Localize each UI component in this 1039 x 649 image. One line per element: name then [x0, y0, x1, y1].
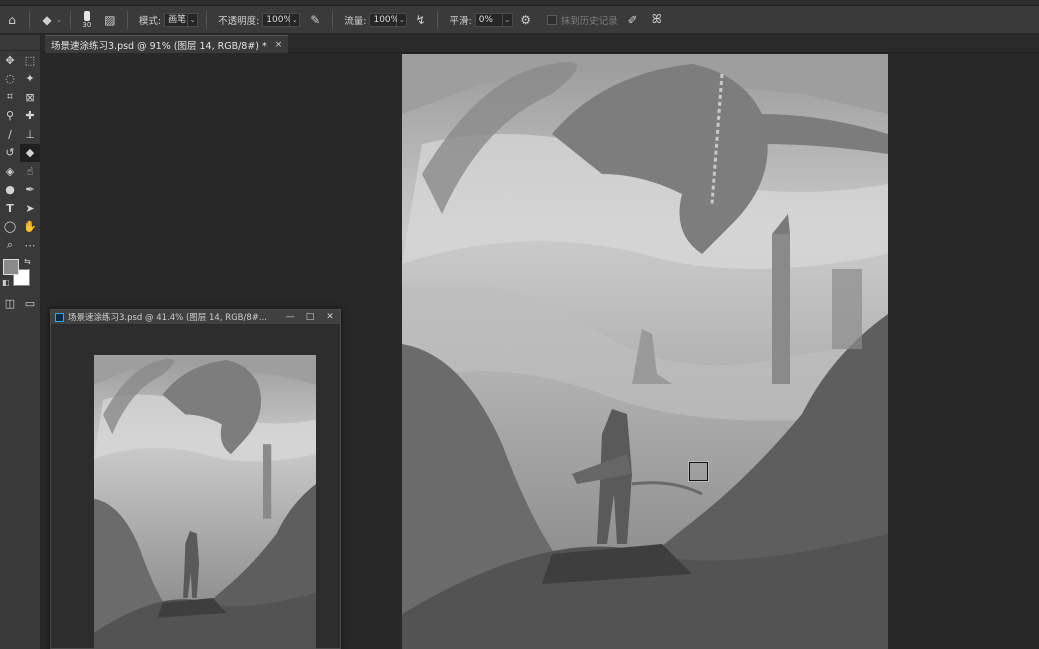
- symmetry-button[interactable]: ꕤ: [645, 6, 669, 34]
- main-canvas-painting[interactable]: [402, 54, 888, 649]
- opacity-control: 不透明度: 100% ⌄ ✎: [212, 6, 327, 34]
- type-tool-icon[interactable]: T: [0, 199, 20, 218]
- swap-colors-icon[interactable]: ⇆: [24, 257, 31, 266]
- toolbar-grip[interactable]: [0, 35, 40, 51]
- flow-label: 流量:: [344, 15, 367, 27]
- close-button[interactable]: ✕: [320, 312, 340, 322]
- close-icon[interactable]: ×: [275, 40, 283, 50]
- floating-window-title: 场景速涂练习3.psd @ 41.4% (图层 14, RGB/8#...: [68, 313, 267, 323]
- document-tab-bar: 场景速涂练习3.psd @ 91% (图层 14, RGB/8#) * ×: [41, 35, 1039, 53]
- opacity-label: 不透明度:: [218, 15, 260, 27]
- ellipse-tool-icon[interactable]: ◯: [0, 218, 20, 237]
- move-tool-icon[interactable]: ✥: [0, 51, 20, 70]
- separator: [29, 10, 30, 29]
- options-bar: ⌂ ◆ ⌄ 30 ▨ 模式: 画笔 ⌄ 不透明度: 100% ⌄ ✎ 流量: 1…: [0, 6, 1039, 34]
- erase-history-label: 抹到历史记录: [560, 15, 618, 27]
- zoom-tool-icon[interactable]: ⌕: [0, 236, 20, 255]
- brush-cursor: [688, 461, 709, 482]
- pen-tool-icon[interactable]: ✒: [20, 181, 40, 200]
- smoothing-control: 平滑: 0% ⌄ ⚙: [443, 6, 537, 34]
- separator: [437, 10, 439, 29]
- pressure-size-button[interactable]: ✐: [621, 6, 645, 34]
- smoothing-field[interactable]: 0%: [474, 12, 503, 27]
- more-tools-icon[interactable]: ⋯: [20, 236, 40, 255]
- brush-settings-icon: ▨: [104, 12, 116, 27]
- minimize-button[interactable]: —: [280, 312, 300, 322]
- separator: [332, 10, 334, 29]
- separator: [126, 10, 128, 29]
- pressure-opacity-icon[interactable]: ✎: [306, 11, 324, 29]
- separator: [69, 10, 71, 29]
- chevron-down-icon[interactable]: ⌄: [188, 12, 199, 27]
- chevron-down-icon[interactable]: ⌄: [290, 12, 301, 27]
- healing-brush-tool-icon[interactable]: ✚: [20, 107, 40, 126]
- restore-button[interactable]: □: [300, 312, 320, 322]
- eraser-tool-icon[interactable]: ◆: [20, 143, 40, 162]
- brush-tip-icon: [83, 10, 90, 21]
- floating-canvas-painting[interactable]: [94, 355, 316, 649]
- crop-tool-icon[interactable]: ⌗: [0, 88, 20, 107]
- mode-control: 模式: 画笔 ⌄: [133, 6, 201, 34]
- chevron-down-icon: ⌄: [56, 15, 62, 24]
- erase-history-checkbox[interactable]: [546, 14, 557, 25]
- erase-history-control[interactable]: 抹到历史记录: [544, 6, 621, 34]
- home-icon: ⌂: [8, 12, 16, 27]
- brush-settings-button[interactable]: ▨: [98, 6, 122, 34]
- tools-panel: ✥ ⬚ ◌ ✦ ⌗ ⊠ ⚲ ✚ ∕ ⊥ ↺ ◆ ◈ ☝ ● ✒ T ➤ ◯ ✋ …: [0, 35, 41, 649]
- separator: [206, 10, 208, 29]
- home-button[interactable]: ⌂: [0, 6, 24, 34]
- path-selection-tool-icon[interactable]: ➤: [20, 199, 40, 218]
- smoothing-label: 平滑:: [449, 15, 472, 27]
- opacity-field[interactable]: 100%: [262, 12, 292, 27]
- history-brush-tool-icon[interactable]: ↺: [0, 144, 20, 163]
- mode-label: 模式:: [138, 15, 162, 27]
- flow-field[interactable]: 100%: [369, 12, 399, 27]
- dodge-tool-icon[interactable]: ●: [0, 181, 20, 200]
- hand-tool-icon[interactable]: ✋: [20, 218, 40, 237]
- paint-bucket-tool-icon[interactable]: ◈: [0, 162, 20, 181]
- clone-stamp-tool-icon[interactable]: ⊥: [20, 125, 40, 144]
- magic-wand-tool-icon[interactable]: ✦: [20, 70, 40, 89]
- quick-mask-icon[interactable]: ◫: [0, 295, 20, 314]
- lasso-tool-icon[interactable]: ◌: [0, 70, 20, 89]
- photoshop-logo-icon: [55, 312, 64, 322]
- eyedropper-tool-icon[interactable]: ⚲: [0, 107, 20, 126]
- foreground-color-swatch[interactable]: [3, 258, 19, 275]
- brush-size-picker[interactable]: 30: [76, 6, 98, 34]
- default-colors-icon[interactable]: ◧: [2, 278, 10, 287]
- pressure-size-icon: ✐: [627, 12, 638, 27]
- chevron-down-icon[interactable]: ⌄: [502, 12, 513, 27]
- chevron-down-icon[interactable]: ⌄: [397, 12, 408, 27]
- marquee-tool-icon[interactable]: ⬚: [20, 51, 40, 70]
- mode-select[interactable]: 画笔: [164, 12, 189, 27]
- butterfly-symmetry-icon: ꕤ: [651, 12, 662, 26]
- floating-window-titlebar[interactable]: 场景速涂练习3.psd @ 41.4% (图层 14, RGB/8#... — …: [51, 310, 340, 325]
- brush-tool-icon[interactable]: ∕: [0, 125, 20, 144]
- flow-control: 流量: 100% ⌄ ↯: [338, 6, 432, 34]
- eraser-icon: ◆: [42, 12, 52, 27]
- floating-document-window[interactable]: 场景速涂练习3.psd @ 41.4% (图层 14, RGB/8#... — …: [50, 309, 341, 649]
- document-tab-title: 场景速涂练习3.psd @ 91% (图层 14, RGB/8#) *: [51, 40, 267, 52]
- document-tab[interactable]: 场景速涂练习3.psd @ 91% (图层 14, RGB/8#) * ×: [45, 35, 289, 53]
- airbrush-icon[interactable]: ↯: [411, 11, 429, 29]
- color-swatches: ⇆ ◧: [0, 257, 40, 295]
- tool-preset-picker[interactable]: ◆ ⌄: [35, 6, 65, 34]
- frame-tool-icon[interactable]: ⊠: [20, 88, 40, 107]
- brush-size-value: 30: [82, 20, 92, 29]
- smudge-tool-icon[interactable]: ☝: [20, 162, 40, 181]
- screen-mode-icon[interactable]: ▭: [20, 295, 40, 314]
- gear-icon[interactable]: ⚙: [517, 11, 535, 29]
